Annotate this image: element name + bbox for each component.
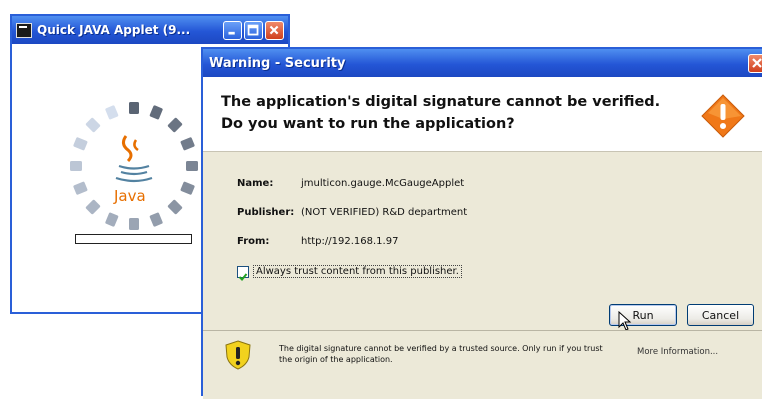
minimize-button[interactable]	[223, 20, 242, 40]
spinner-tick	[85, 117, 101, 133]
close-icon	[269, 25, 279, 34]
name-value: jmulticon.gauge.McGaugeApplet	[301, 178, 465, 189]
heading-line-1: The application's digital signature cann…	[221, 94, 661, 110]
maximize-icon	[247, 24, 259, 35]
from-value: http://192.168.1.97	[301, 236, 399, 247]
footer-warning-text: The digital signature cannot be verified…	[279, 344, 603, 364]
spinner-tick	[180, 181, 195, 195]
spinner-tick	[105, 105, 119, 120]
spinner-tick	[105, 212, 119, 227]
spinner-tick	[149, 212, 163, 227]
spinner-ticks	[70, 102, 198, 230]
dialog-titlebar[interactable]: Warning - Security	[203, 49, 762, 77]
spinner-tick	[167, 199, 183, 215]
loading-progress-bar	[75, 234, 192, 244]
spinner-tick	[180, 137, 195, 151]
dialog-heading: The application's digital signature cann…	[221, 91, 671, 135]
warning-icon	[701, 94, 745, 138]
minimize-icon	[228, 31, 235, 35]
dialog-close-button[interactable]	[748, 54, 762, 73]
dialog-header: The application's digital signature cann…	[203, 77, 762, 152]
spinner-tick	[70, 161, 82, 171]
name-label: Name:	[237, 178, 274, 189]
spinner-tick	[167, 117, 183, 133]
close-button[interactable]	[265, 20, 284, 40]
close-icon	[752, 58, 762, 68]
spinner-tick	[129, 218, 139, 230]
maximize-button[interactable]	[244, 20, 263, 40]
java-loading-spinner: Java	[70, 102, 198, 230]
cancel-button[interactable]: Cancel	[687, 304, 754, 326]
mouse-cursor-icon	[618, 311, 632, 331]
spinner-tick	[73, 181, 88, 195]
dialog-title: Warning - Security	[209, 55, 346, 71]
checkmark-icon	[238, 273, 248, 281]
spinner-tick	[186, 161, 198, 171]
heading-line-2: Do you want to run the application?	[221, 116, 515, 132]
always-trust-checkbox[interactable]	[237, 266, 249, 281]
window-app-icon	[16, 22, 32, 38]
more-information-link[interactable]: More Information...	[637, 347, 718, 357]
applet-titlebar[interactable]: Quick JAVA Applet (9...	[12, 16, 288, 44]
shield-warning-icon	[225, 340, 251, 370]
applet-window-title: Quick JAVA Applet (9...	[37, 23, 191, 37]
dialog-body: Name: jmulticon.gauge.McGaugeApplet Publ…	[203, 152, 762, 331]
dialog-footer: The digital signature cannot be verified…	[203, 330, 762, 399]
always-trust-label[interactable]: Always trust content from this publisher…	[253, 265, 462, 278]
java-logo-text: Java	[113, 187, 146, 205]
publisher-value: (NOT VERIFIED) R&D department	[301, 207, 468, 218]
spinner-tick	[149, 105, 163, 120]
spinner-tick	[129, 102, 139, 114]
spinner-tick	[73, 137, 88, 151]
java-logo-icon: Java	[113, 135, 153, 205]
from-label: From:	[237, 236, 270, 247]
publisher-label: Publisher:	[237, 207, 295, 218]
security-warning-dialog: Warning - Security The application's dig…	[201, 47, 762, 399]
spinner-tick	[85, 199, 101, 215]
